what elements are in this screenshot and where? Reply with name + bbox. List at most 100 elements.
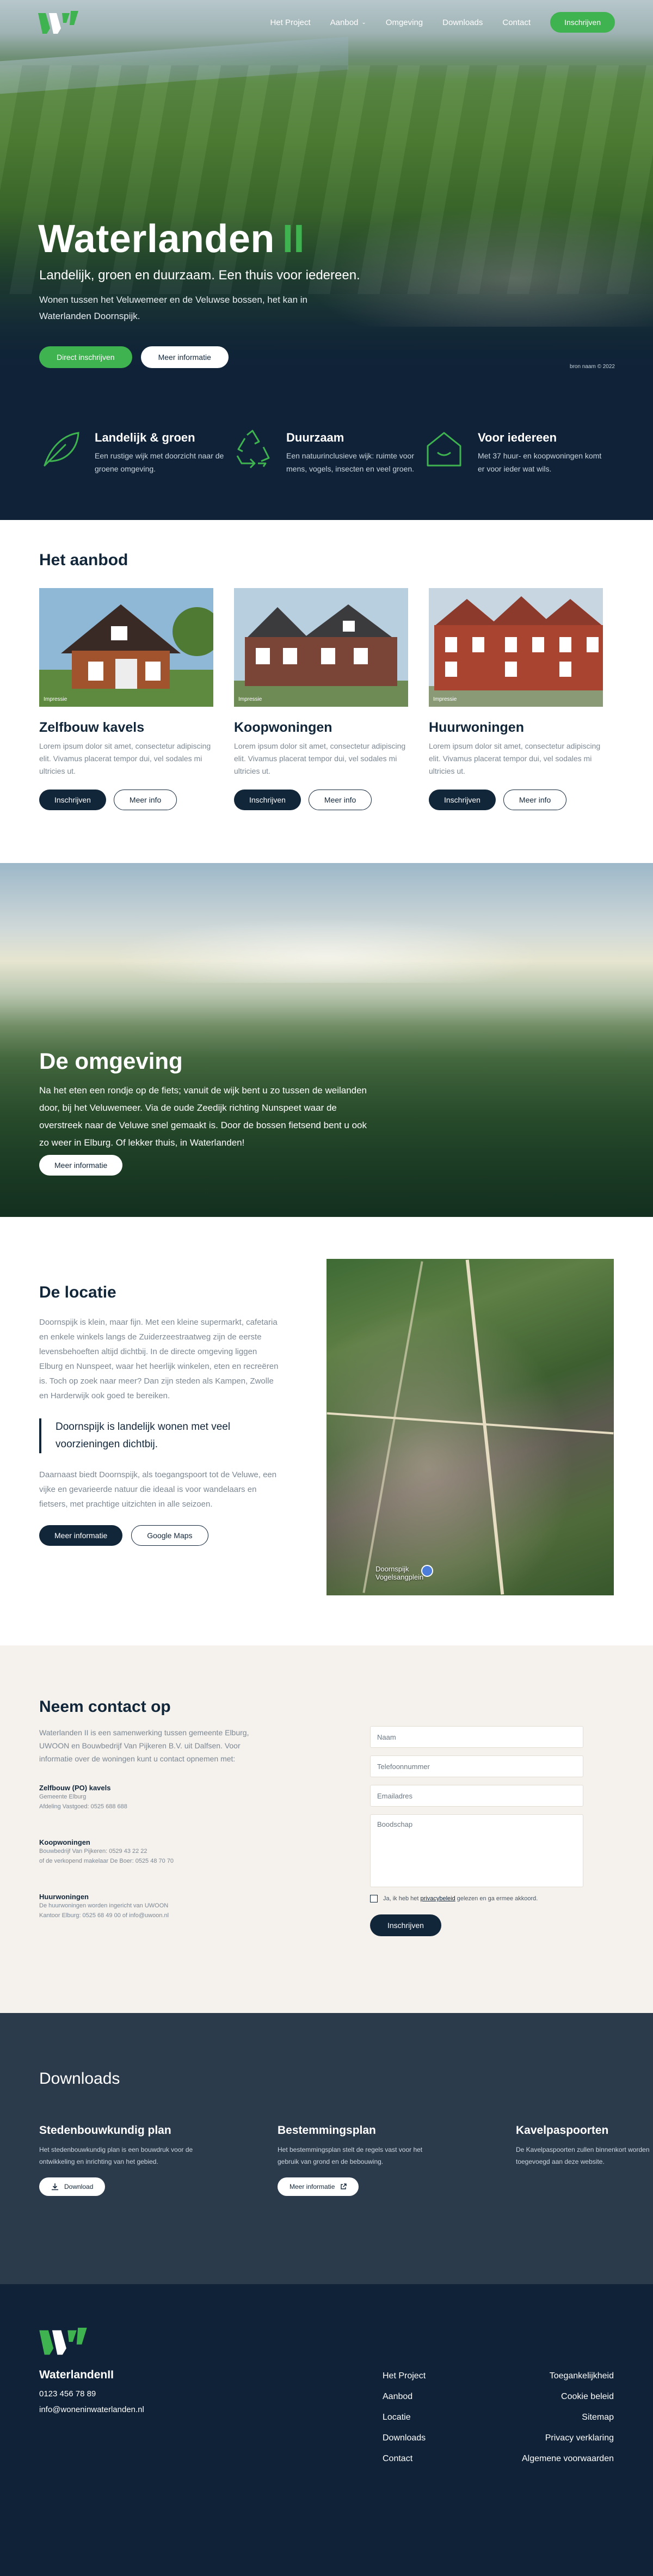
nav-item-omgeving[interactable]: Omgeving — [386, 18, 423, 27]
contact-block: Huurwoningen De huurwoningen worden inge… — [39, 1893, 257, 1920]
downloads-columns: Stedenbouwkundig plan Het stedenbouwkund… — [39, 2124, 653, 2196]
submit-inschrijven-button[interactable]: Inschrijven — [370, 1914, 441, 1936]
contact-section: Neem contact op Waterlanden II is een sa… — [0, 1645, 653, 2013]
meer-info-button[interactable]: Meer info — [113, 790, 177, 810]
footer-link-cookie-beleid[interactable]: Cookie beleid — [522, 2391, 614, 2403]
nav-item-het-project[interactable]: Het Project — [270, 18, 310, 27]
aanbod-section: Het aanbod Impressie Zelfbouw kavels Lor… — [0, 520, 653, 863]
downloads-title: Downloads — [39, 2070, 120, 2088]
privacy-link[interactable]: privacybeleid — [421, 1895, 455, 1902]
map-road — [465, 1259, 504, 1595]
card-image: Impressie — [429, 588, 603, 707]
card-buttons: Inschrijven Meer info — [429, 790, 603, 810]
message-field[interactable]: Boodschap — [370, 1814, 583, 1887]
direct-inschrijven-button[interactable]: Direct inschrijven — [39, 346, 132, 368]
locatie-meer-informatie-button[interactable]: Meer informatie — [39, 1525, 123, 1546]
footer-link-downloads[interactable]: Downloads — [383, 2432, 426, 2444]
map-place-label: Doornspijk Vogelsangplein — [375, 1565, 424, 1581]
feature-text: Een rustige wijk met doorzicht naar de g… — [95, 451, 224, 473]
card-image: Impressie — [234, 588, 408, 707]
nav-links: Het Project Aanbod ⌄ Omgeving Downloads C… — [270, 12, 615, 33]
footer-logo[interactable] — [39, 2328, 87, 2356]
contact-block-line: Bouwbedrijf Van Pijkeren: 0529 43 22 22 — [39, 1848, 147, 1855]
locatie-section: De locatie Doornspijk is klein, maar fij… — [0, 1217, 653, 1645]
hero-village — [305, 207, 653, 327]
footer-link-aanbod[interactable]: Aanbod — [383, 2391, 426, 2403]
contact-block-line: Kantoor Elburg: 0525 68 49 00 of info@uw… — [39, 1912, 169, 1919]
download-button[interactable]: Download — [39, 2177, 106, 2196]
footer-email[interactable]: info@woneninwaterlanden.nl — [39, 2405, 144, 2414]
recycle-icon — [231, 427, 274, 471]
consent-suffix: gelezen en ga ermee akkoord. — [455, 1895, 538, 1902]
email-field[interactable]: Emailadres — [370, 1785, 583, 1807]
contact-block: Zelfbouw (PO) kavels Gemeente Elburg Afd… — [39, 1784, 257, 1812]
footer-link-contact[interactable]: Contact — [383, 2453, 426, 2465]
contact-title: Neem contact op — [39, 1698, 171, 1716]
footer-link-het-project[interactable]: Het Project — [383, 2370, 426, 2382]
feature-text: Een natuurinclusieve wijk: ruimte voor m… — [286, 451, 415, 473]
meer-info-button[interactable]: Meer info — [308, 790, 372, 810]
footer-nav: Het Project Aanbod Locatie Downloads Con… — [383, 2370, 426, 2474]
bestemmingsplan-meer-informatie-button[interactable]: Meer informatie — [278, 2177, 359, 2196]
nav-item-downloads[interactable]: Downloads — [442, 18, 483, 27]
footer-link-sitemap[interactable]: Sitemap — [522, 2412, 614, 2424]
feature-title: Voor iedereen — [478, 431, 557, 444]
nav-item-contact[interactable]: Contact — [502, 18, 531, 27]
consent-text: Ja, ik heb het privacybeleid gelezen en … — [383, 1895, 538, 1902]
card-text: Lorem ipsum dolor sit amet, consectetur … — [39, 742, 211, 775]
aanbod-card-koopwoningen: Impressie Koopwoningen Lorem ipsum dolor… — [234, 588, 408, 810]
footer-phone[interactable]: 0123 456 78 89 — [39, 2389, 96, 2398]
aanbod-card-zelfbouw: Impressie Zelfbouw kavels Lorem ipsum do… — [39, 588, 213, 810]
nav-item-aanbod[interactable]: Aanbod ⌄ — [330, 18, 366, 27]
google-maps-button[interactable]: Google Maps — [131, 1525, 208, 1546]
feature-title: Duurzaam — [286, 431, 344, 444]
feature-item: Landelijk & groen Een rustige wijk met d… — [39, 427, 231, 520]
omgeving-meer-informatie-button[interactable]: Meer informatie — [39, 1155, 123, 1176]
footer-link-privacy-verklaring[interactable]: Privacy verklaring — [522, 2432, 614, 2444]
consent-checkbox[interactable] — [370, 1895, 378, 1902]
name-field[interactable]: Naam — [370, 1726, 583, 1748]
card-title: Koopwoningen — [234, 720, 332, 735]
card-text: Lorem ipsum dolor sit amet, consectetur … — [429, 742, 601, 775]
omgeving-section: De omgeving Na het eten een rondje op de… — [0, 863, 653, 1217]
hero-meer-informatie-button[interactable]: Meer informatie — [140, 346, 229, 368]
inschrijven-button[interactable]: Inschrijven — [39, 790, 106, 810]
hero-title: Waterlanden II — [38, 217, 305, 261]
contact-form: Naam Telefoonnummer Emailadres Boodschap… — [370, 1726, 583, 1936]
card-buttons: Inschrijven Meer info — [234, 790, 408, 810]
inschrijven-button[interactable]: Inschrijven — [429, 790, 496, 810]
phone-field[interactable]: Telefoonnummer — [370, 1755, 583, 1777]
nav-inschrijven-button[interactable]: Inschrijven — [550, 12, 615, 33]
card-tag: Impressie — [238, 696, 262, 702]
feature-item: Voor iedereen Met 37 huur- en koopwoning… — [422, 427, 614, 520]
download-title: Kavelpaspoorten — [516, 2124, 609, 2137]
download-icon — [52, 2183, 58, 2190]
location-map[interactable]: Doornspijk Vogelsangplein — [326, 1259, 614, 1595]
meer-info-button[interactable]: Meer info — [503, 790, 567, 810]
house-icon — [422, 427, 466, 471]
footer-link-algemene-voorwaarden[interactable]: Algemene voorwaarden — [522, 2453, 614, 2465]
download-item: Kavelpaspoorten De Kavelpaspoorten zulle… — [516, 2124, 653, 2196]
download-text: Het bestemmingsplan stelt de regels vast… — [278, 2146, 423, 2165]
contact-block-line: De huurwoningen worden ingericht van UWO… — [39, 1902, 169, 1909]
card-image: Impressie — [39, 588, 213, 707]
hero-title-text: Waterlanden — [38, 217, 275, 261]
inschrijven-button[interactable]: Inschrijven — [234, 790, 301, 810]
card-tag: Impressie — [44, 696, 67, 702]
locatie-quote: Doornspijk is landelijk wonen met veel v… — [39, 1418, 279, 1453]
contact-block-line: of de verkopend makelaar De Boer: 0525 4… — [39, 1858, 174, 1864]
aanbod-cards: Impressie Zelfbouw kavels Lorem ipsum do… — [39, 588, 603, 810]
hero-subtitle: Landelijk, groen en duurzaam. Een thuis … — [39, 268, 360, 283]
map-road — [362, 1261, 423, 1593]
chevron-down-icon: ⌄ — [361, 19, 366, 26]
card-title: Huurwoningen — [429, 720, 524, 735]
contact-block-head: Huurwoningen — [39, 1893, 89, 1901]
contact-block-head: Zelfbouw (PO) kavels — [39, 1784, 111, 1792]
logo[interactable] — [38, 11, 78, 35]
locatie-text-secondary: Daarnaast biedt Doornspijk, als toegangs… — [39, 1470, 277, 1509]
leaf-icon — [39, 427, 83, 471]
page: Het Project Aanbod ⌄ Omgeving Downloads C… — [0, 0, 653, 2576]
footer-link-toegankelijkheid[interactable]: Toegankelijkheid — [522, 2370, 614, 2382]
features-section: Landelijk & groen Een rustige wijk met d… — [0, 381, 653, 520]
footer-link-locatie[interactable]: Locatie — [383, 2412, 426, 2424]
